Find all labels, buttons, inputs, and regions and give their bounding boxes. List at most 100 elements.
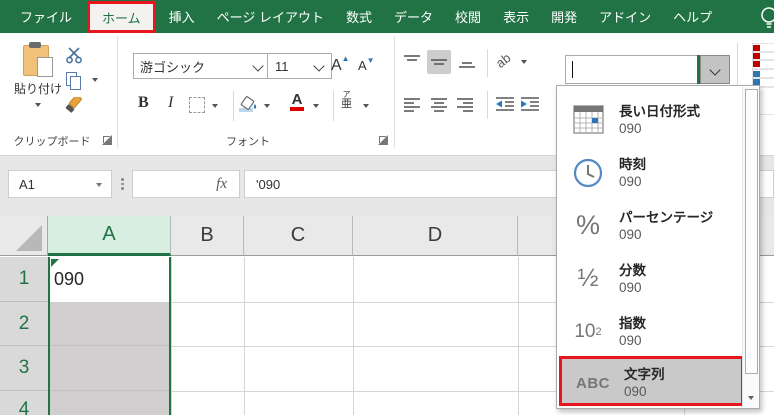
tab-home[interactable]: ホーム <box>87 1 156 33</box>
column-header-a[interactable]: A <box>48 216 171 256</box>
format-painter-button[interactable] <box>62 96 86 118</box>
tab-addins[interactable]: アドイン <box>590 0 660 33</box>
font-name-combobox[interactable]: 游ゴシック <box>133 53 271 79</box>
row-header-3[interactable]: 3 <box>0 346 48 391</box>
paste-label: 貼り付け <box>13 82 62 96</box>
format-item-text[interactable]: ABC 文字列 090 <box>559 356 744 406</box>
font-dialog-launcher[interactable] <box>377 134 388 145</box>
fill-color-dropdown-arrow-icon[interactable] <box>264 104 270 108</box>
format-item-label: 文字列 <box>624 367 665 382</box>
tab-data[interactable]: データ <box>385 0 442 33</box>
paste-button[interactable]: 貼り付け <box>12 42 64 107</box>
number-format-combobox[interactable] <box>565 55 698 84</box>
tab-help[interactable]: ヘルプ <box>664 0 721 33</box>
fill-color-button[interactable] <box>238 93 260 115</box>
chevron-down-icon[interactable] <box>252 60 264 72</box>
chevron-down-icon[interactable] <box>313 60 325 72</box>
row-header-2[interactable]: 2 <box>0 302 48 346</box>
align-top-button[interactable] <box>400 50 424 74</box>
tell-me-lightbulb-icon[interactable] <box>756 4 774 33</box>
grow-font-button[interactable]: A▲ <box>331 54 350 75</box>
name-box-value: A1 <box>19 176 35 192</box>
tab-view[interactable]: 表示 <box>494 0 538 33</box>
paste-dropdown-arrow-icon[interactable] <box>35 103 41 107</box>
formula-bar-resize-handle[interactable] <box>121 178 124 190</box>
clock-icon <box>565 146 611 199</box>
dropdown-scrollbar[interactable] <box>742 87 758 408</box>
insert-function-button[interactable]: fx <box>132 170 240 198</box>
number-format-dropdown-button[interactable] <box>700 55 730 84</box>
align-middle-button[interactable] <box>427 50 451 74</box>
separator <box>487 49 488 77</box>
format-item-time[interactable]: 時刻 090 <box>557 146 744 199</box>
cut-button[interactable] <box>62 45 86 65</box>
number-format-dropdown: 長い日付形式 090 時刻 090 % パーセンテージ 090 ½ 分数 090… <box>556 85 760 409</box>
name-box-dropdown-arrow-icon[interactable] <box>96 183 102 187</box>
orientation-ab-glyph: ab <box>492 50 514 71</box>
format-item-scientific[interactable]: 10 2 指数 090 <box>557 305 744 358</box>
font-name-value: 游ゴシック <box>140 59 206 75</box>
format-item-preview: 090 <box>624 384 647 399</box>
align-bottom-button[interactable] <box>455 50 479 74</box>
tab-insert[interactable]: 挿入 <box>160 0 204 33</box>
separator <box>333 91 334 121</box>
font-color-dropdown-arrow-icon[interactable] <box>313 104 319 108</box>
increase-indent-icon <box>521 97 539 111</box>
tab-developer[interactable]: 開発 <box>542 0 586 33</box>
row-header-3-label: 3 <box>18 357 30 378</box>
increase-indent-button[interactable] <box>518 92 542 116</box>
font-group-label: フォント <box>226 136 270 148</box>
row-header-4[interactable]: 4 <box>0 391 48 415</box>
align-left-icon <box>404 98 420 112</box>
error-indicator-icon[interactable] <box>51 259 59 267</box>
chevron-down-icon <box>709 63 721 76</box>
scrollbar-down-button[interactable] <box>745 391 756 405</box>
font-size-combobox[interactable]: 11 <box>267 53 332 79</box>
cell-a2[interactable] <box>50 302 169 346</box>
format-item-fraction[interactable]: ½ 分数 090 <box>557 252 744 305</box>
column-header-c[interactable]: C <box>244 216 353 256</box>
tab-review[interactable]: 校閲 <box>446 0 490 33</box>
select-all-button[interactable] <box>0 216 48 256</box>
phonetic-guide-button[interactable]: ア 亜 <box>341 91 352 110</box>
copy-dropdown-arrow-icon[interactable] <box>92 78 98 82</box>
column-header-a-label: A <box>102 223 116 245</box>
borders-button[interactable] <box>189 97 205 113</box>
cell-a1-value: 090 <box>54 269 85 289</box>
copy-button[interactable] <box>62 70 86 90</box>
ribbon-tab-bar: ファイル ホーム 挿入 ページ レイアウト 数式 データ 校閲 表示 開発 アド… <box>0 0 774 33</box>
phonetic-dropdown-arrow-icon[interactable] <box>363 104 369 108</box>
column-header-d[interactable]: D <box>353 216 518 256</box>
format-item-percentage[interactable]: % パーセンテージ 090 <box>557 199 744 252</box>
row-header-1[interactable]: 1 <box>0 257 48 302</box>
column-header-b[interactable]: B <box>171 216 244 256</box>
bold-button[interactable]: B <box>138 94 149 112</box>
font-color-button[interactable]: A <box>290 92 304 111</box>
align-center-button[interactable] <box>427 92 451 116</box>
scrollbar-thumb[interactable] <box>745 89 758 374</box>
align-left-button[interactable] <box>400 92 424 116</box>
orientation-dropdown-arrow-icon[interactable] <box>521 60 527 64</box>
decrease-indent-button[interactable] <box>493 92 517 116</box>
format-item-long-date[interactable]: 長い日付形式 090 <box>557 93 744 146</box>
orientation-button[interactable]: ab <box>493 50 514 71</box>
name-box[interactable]: A1 <box>8 170 112 198</box>
cell-a3[interactable] <box>50 346 169 391</box>
align-right-icon <box>457 98 473 112</box>
group-separator <box>394 36 395 148</box>
font-color-letter: A <box>291 91 303 108</box>
cell-a4[interactable] <box>50 391 169 415</box>
fraction-icon: ½ <box>577 264 599 292</box>
tab-formulas[interactable]: 数式 <box>337 0 381 33</box>
format-item-preview: 090 <box>619 174 642 189</box>
borders-dropdown-arrow-icon[interactable] <box>212 104 218 108</box>
italic-button[interactable]: I <box>168 94 173 112</box>
shrink-font-button[interactable]: A▼ <box>358 56 375 73</box>
clipboard-dialog-launcher[interactable] <box>101 134 112 145</box>
copy-icon <box>66 71 82 90</box>
format-item-label: 指数 <box>619 316 646 331</box>
cell-a1[interactable]: 090 <box>50 257 169 302</box>
tab-page-layout[interactable]: ページ レイアウト <box>208 0 333 33</box>
tab-file[interactable]: ファイル <box>9 0 83 33</box>
align-right-button[interactable] <box>453 92 477 116</box>
